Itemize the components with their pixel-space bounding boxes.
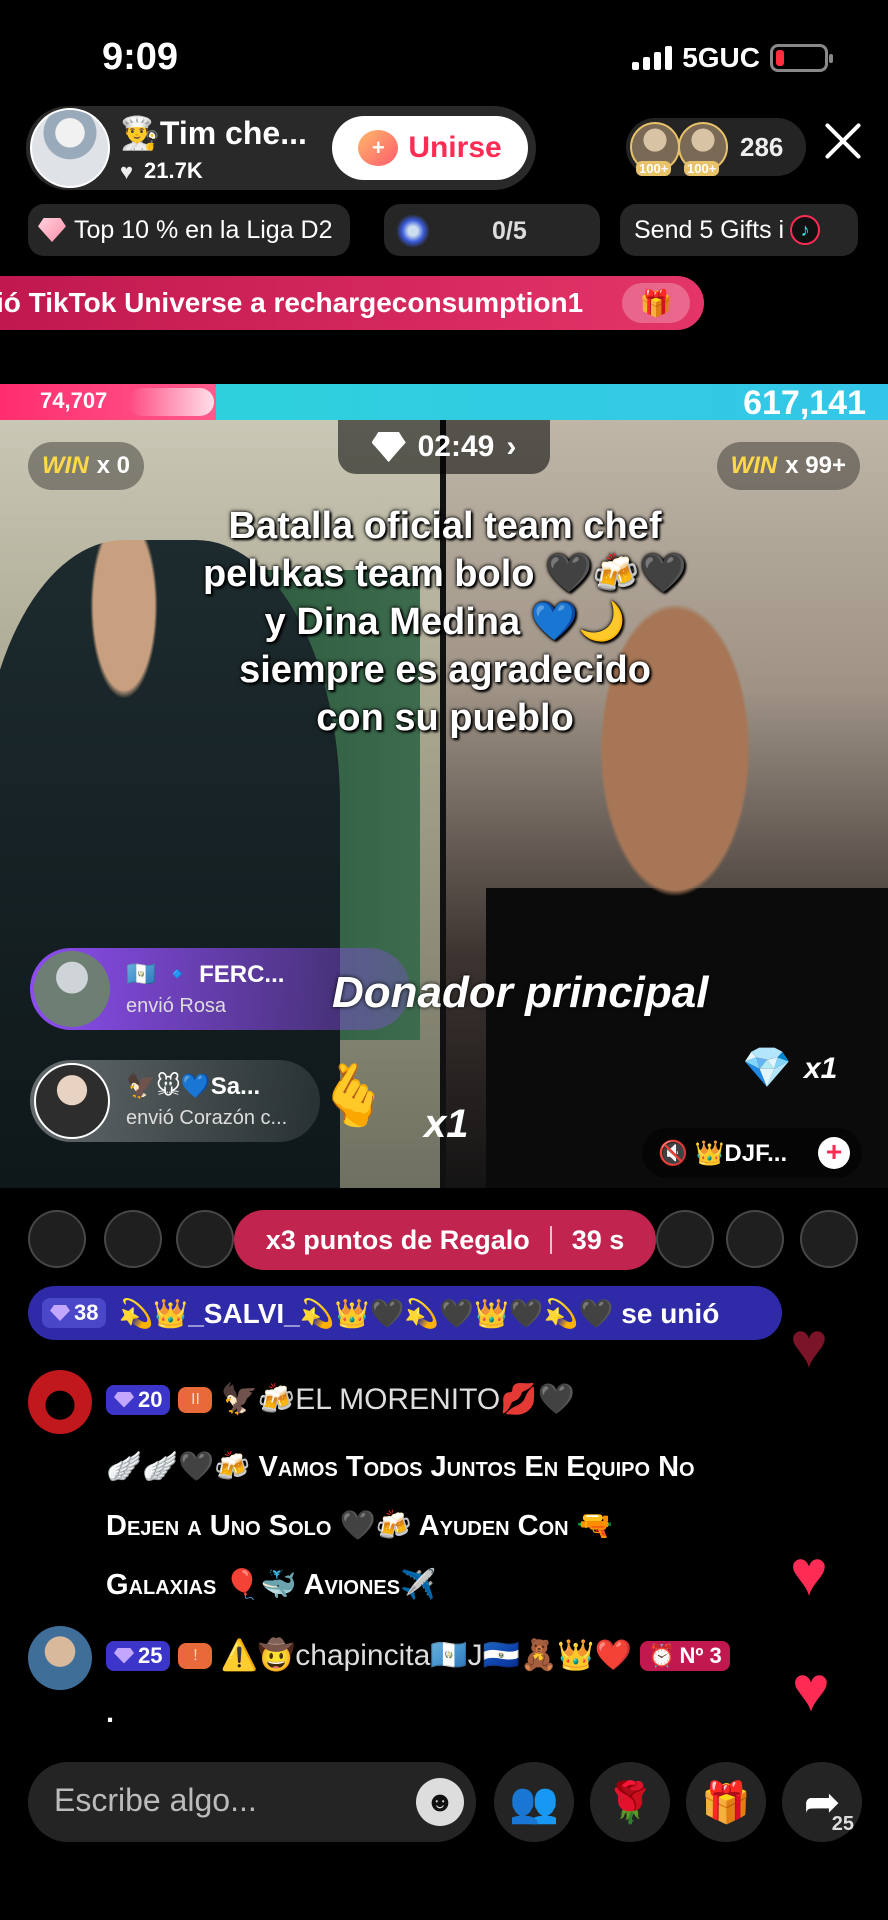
gift-button[interactable]: 🎁 — [686, 1762, 766, 1842]
host-avatar[interactable] — [30, 108, 110, 188]
donor-label: Donador principal — [332, 968, 709, 1017]
floating-heart-icon: ♥ — [790, 1309, 828, 1381]
battle-video[interactable]: WIN x 0 WIN x 99+ 02:49 › Batalla oficial … — [0, 420, 888, 1188]
floating-heart-icon: ♥ — [792, 1653, 830, 1725]
finger-heart-icon: 🫰 — [316, 1062, 391, 1129]
comment-input[interactable]: Escribe algo... ☻ — [28, 1762, 476, 1842]
avatar[interactable] — [28, 1626, 92, 1690]
gift-toast[interactable]: 🦅🐭💙Sa... envió Corazón c... — [30, 1060, 320, 1142]
avatar[interactable] — [34, 951, 110, 1027]
heart-plus-icon: + — [358, 130, 399, 166]
close-icon[interactable] — [822, 120, 864, 162]
viewer-count: 286 — [740, 132, 784, 162]
battle-left-bar: 74,707 — [0, 384, 216, 420]
comment-username[interactable]: 🦅🍻EL MORENITO💋🖤 — [220, 1382, 574, 1417]
avatar[interactable] — [28, 1210, 86, 1268]
avatar[interactable] — [104, 1210, 162, 1268]
win-badge-left: WIN x 0 — [28, 442, 145, 490]
gem-icon — [50, 1305, 70, 1321]
viewer-avatar[interactable]: 100+ — [678, 122, 728, 176]
stream-caption: Batalla oficial team chef pelukas team b… — [202, 505, 688, 739]
avatar[interactable] — [656, 1210, 714, 1268]
network-label: 5GUC — [682, 42, 760, 73]
diamond-icon — [38, 218, 66, 242]
status-time: 9:09 — [102, 36, 179, 78]
rose-gift-button[interactable]: 🌹 — [590, 1762, 670, 1842]
avatar[interactable] — [28, 1370, 92, 1434]
battle-score-bar: 74,707 617,141 — [0, 384, 888, 422]
level-badge: 25 — [106, 1640, 171, 1671]
opponent-pill[interactable]: 🔇 👑DJF... + — [642, 1128, 862, 1178]
diamond-icon — [371, 432, 406, 462]
crystal-gift-icon: 💎 — [742, 1046, 792, 1090]
spark-icon — [396, 214, 430, 248]
gift-count: x1 — [424, 1102, 469, 1146]
battle-timer[interactable]: 02:49 › — [338, 420, 550, 474]
signal-icon — [632, 46, 673, 70]
gift-count: x1 — [804, 1052, 838, 1085]
gem-icon — [114, 1391, 134, 1408]
avatar[interactable] — [34, 1063, 110, 1139]
rose-icon: 🌹 — [605, 1780, 655, 1825]
gem-icon — [114, 1647, 134, 1664]
level-badge: 20 — [106, 1384, 171, 1415]
comment-text: 🪽🪽🖤🍻 Vamos Todos Juntos En Equipo No Dej… — [106, 1451, 695, 1601]
tiktok-icon: ♪ — [790, 215, 821, 245]
avatar[interactable] — [800, 1210, 858, 1268]
likes-heart-icon: ♥ — [120, 159, 134, 184]
fan-badge-icon: ! — [178, 1642, 213, 1669]
status-indicators: 5GUC — [632, 42, 833, 74]
follow-plus-button[interactable]: + — [818, 1137, 850, 1169]
join-button[interactable]: + Unirse — [332, 116, 528, 180]
fan-badge-icon: II — [178, 1386, 213, 1413]
rank-badge: ⏰ Nº 3 — [640, 1640, 730, 1671]
floating-heart-icon: ♥ — [790, 1537, 828, 1609]
gift-banner[interactable]: ió TikTok Universe a rechargeconsumption… — [0, 276, 704, 330]
avatar[interactable] — [176, 1210, 234, 1268]
gift-icon: 🎁 — [701, 1780, 751, 1825]
people-icon: 👥 — [509, 1780, 559, 1825]
viewer-avatar[interactable]: 100+ — [630, 122, 680, 176]
multi-guest-button[interactable]: 👥 — [494, 1762, 574, 1842]
points-banner[interactable]: x3 puntos de Regalo 39 s — [234, 1210, 656, 1270]
share-button[interactable]: ➦ 25 — [782, 1762, 862, 1842]
join-notice: 38 💫👑_SALVI_💫👑🖤💫🖤👑🖤💫🖤 se unió — [28, 1286, 782, 1340]
avatar[interactable] — [726, 1210, 784, 1268]
win-badge-right: WIN x 99+ — [716, 442, 860, 490]
gifts-chip[interactable]: Send 5 Gifts i ♪ — [620, 204, 858, 256]
level-badge: 38 — [42, 1298, 107, 1328]
host-name[interactable]: 👨‍🍳Tim che... — [120, 114, 307, 152]
goal-chip[interactable]: 0/5 — [384, 204, 600, 256]
chevron-right-icon: › — [506, 430, 517, 463]
comment-text: . — [106, 1697, 115, 1729]
host-likes: 21.7K — [144, 158, 203, 183]
battery-icon — [770, 44, 833, 72]
league-chip[interactable]: Top 10 % en la Liga D2 — [28, 204, 350, 256]
battle-right-score: 617,141 — [743, 384, 866, 422]
join-label: Unirse — [408, 131, 502, 164]
gift-icon[interactable]: 🎁 — [622, 283, 690, 323]
emoji-icon[interactable]: ☻ — [416, 1778, 464, 1826]
viewers-pill[interactable]: 100+ 100+ 286 — [626, 118, 806, 176]
comment-username[interactable]: ⚠️🤠chapincita🇬🇹J🇸🇻🧸👑❤️ — [220, 1638, 632, 1673]
